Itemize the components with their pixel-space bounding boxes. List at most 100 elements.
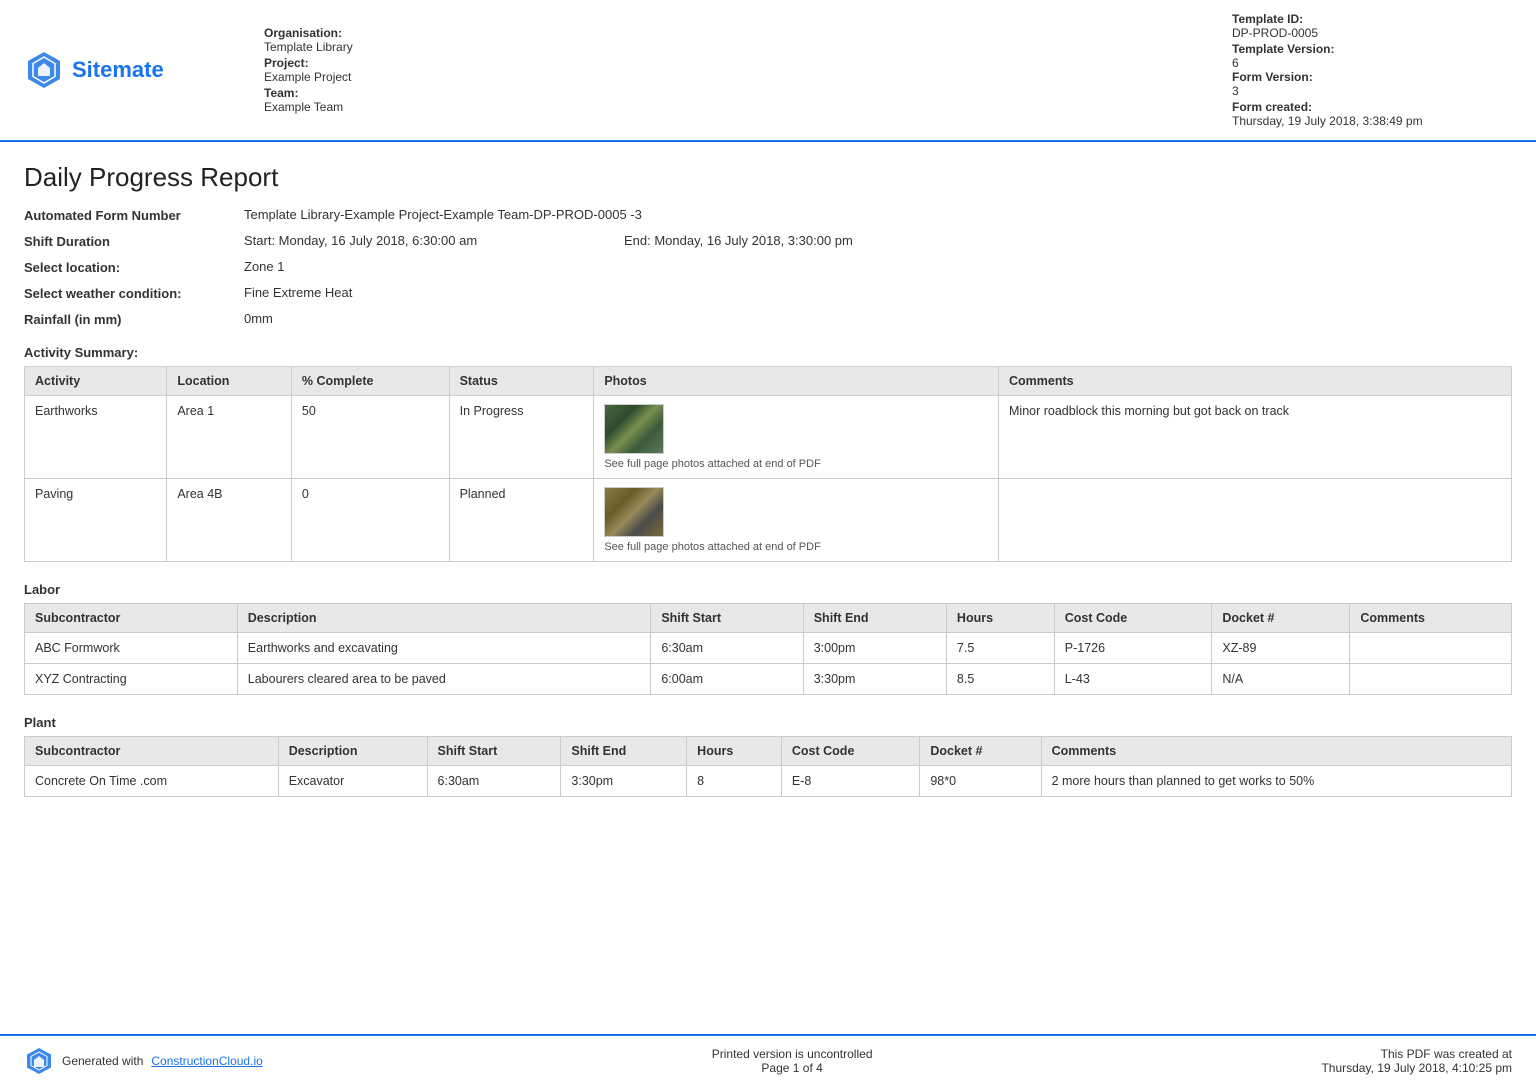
plant-shift-start-col: Shift Start	[427, 737, 561, 766]
plant-description-cell: Excavator	[278, 766, 427, 797]
status-col-header: Status	[449, 367, 594, 396]
labor-subcontractor-cell: XYZ Contracting	[25, 664, 238, 695]
shift-duration-row: Shift Duration Start: Monday, 16 July 20…	[24, 233, 1512, 249]
form-created-label: Form created:	[1232, 100, 1512, 114]
activity-summary-table: Activity Location % Complete Status Phot…	[24, 366, 1512, 562]
template-version-value: 6	[1232, 56, 1512, 70]
photo-thumbnail	[604, 487, 664, 537]
labor-shift-end-cell: 3:00pm	[803, 633, 946, 664]
form-created-value: Thursday, 19 July 2018, 3:38:49 pm	[1232, 114, 1512, 128]
comments-cell	[999, 479, 1512, 562]
plant-hours-col: Hours	[687, 737, 782, 766]
activity-summary-table-header: Activity Location % Complete Status Phot…	[25, 367, 1512, 396]
labor-comments-cell	[1350, 664, 1512, 695]
activity-col-header: Activity	[25, 367, 167, 396]
pdf-created-label: This PDF was created at	[1321, 1047, 1512, 1061]
org-value: Template Library	[264, 40, 1192, 54]
form-created-line: Form created: Thursday, 19 July 2018, 3:…	[1232, 100, 1512, 128]
photos-col-header: Photos	[594, 367, 999, 396]
labor-docket-cell: N/A	[1212, 664, 1350, 695]
plant-docket-cell: 98*0	[920, 766, 1041, 797]
labor-shift-start-cell: 6:00am	[651, 664, 803, 695]
header-meta-center: Organisation: Template Library Project: …	[264, 26, 1192, 114]
footer-right: This PDF was created at Thursday, 19 Jul…	[1321, 1047, 1512, 1075]
template-version-line: Template Version: 6 Form Version: 3	[1232, 42, 1512, 98]
project-value: Example Project	[264, 70, 1192, 84]
generated-with-label: Generated with	[62, 1054, 143, 1068]
photo-image	[605, 405, 663, 453]
auto-form-number-row: Automated Form Number Template Library-E…	[24, 207, 1512, 223]
select-location-row: Select location: Zone 1	[24, 259, 1512, 275]
status-cell: Planned	[449, 479, 594, 562]
labor-section-title: Labor	[24, 582, 1512, 597]
activity-summary-title: Activity Summary:	[24, 345, 1512, 360]
labor-header-row: Subcontractor Description Shift Start Sh…	[25, 604, 1512, 633]
labor-shift-end-cell: 3:30pm	[803, 664, 946, 695]
plant-subcontractor-cell: Concrete On Time .com	[25, 766, 279, 797]
plant-description-col: Description	[278, 737, 427, 766]
plant-shift-end-col: Shift End	[561, 737, 687, 766]
labor-hours-cell: 8.5	[946, 664, 1054, 695]
photo-image	[605, 488, 663, 536]
plant-cost-code-cell: E-8	[781, 766, 919, 797]
shift-end-value: End: Monday, 16 July 2018, 3:30:00 pm	[624, 233, 1512, 248]
labor-description-col: Description	[237, 604, 651, 633]
rainfall-value: 0mm	[244, 311, 1512, 326]
page-header: Sitemate Organisation: Template Library …	[0, 0, 1536, 142]
labor-comments-col: Comments	[1350, 604, 1512, 633]
plant-comments-col: Comments	[1041, 737, 1511, 766]
labor-row: ABC Formwork Earthworks and excavating 6…	[25, 633, 1512, 664]
org-label: Organisation:	[264, 26, 1192, 40]
labor-subcontractor-col: Subcontractor	[25, 604, 238, 633]
page-info: Page 1 of 4	[712, 1061, 873, 1075]
labor-description-cell: Earthworks and excavating	[237, 633, 651, 664]
labor-hours-cell: 7.5	[946, 633, 1054, 664]
auto-form-number-label: Automated Form Number	[24, 207, 244, 223]
form-version-label: Form Version:	[1232, 70, 1512, 84]
select-location-value: Zone 1	[244, 259, 1512, 274]
labor-cost-code-col: Cost Code	[1054, 604, 1212, 633]
plant-cost-code-col: Cost Code	[781, 737, 919, 766]
activity-cell: Earthworks	[25, 396, 167, 479]
labor-table-header: Subcontractor Description Shift Start Sh…	[25, 604, 1512, 633]
rainfall-label: Rainfall (in mm)	[24, 311, 244, 327]
page-footer: Generated with ConstructionCloud.io Prin…	[0, 1034, 1536, 1086]
photo-caption: See full page photos attached at end of …	[604, 541, 988, 553]
main-content: Daily Progress Report Automated Form Num…	[0, 142, 1536, 897]
select-weather-row: Select weather condition: Fine Extreme H…	[24, 285, 1512, 301]
logo-area: Sitemate	[24, 50, 224, 90]
template-id-label: Template ID:	[1232, 12, 1512, 26]
percent-complete-cell: 50	[291, 396, 449, 479]
labor-row: XYZ Contracting Labourers cleared area t…	[25, 664, 1512, 695]
location-cell: Area 1	[167, 396, 292, 479]
status-cell: In Progress	[449, 396, 594, 479]
header-meta-right: Template ID: DP-PROD-0005 Template Versi…	[1232, 12, 1512, 128]
activity-summary-header-row: Activity Location % Complete Status Phot…	[25, 367, 1512, 396]
template-id-line: Template ID: DP-PROD-0005	[1232, 12, 1512, 40]
select-location-label: Select location:	[24, 259, 244, 275]
location-cell: Area 4B	[167, 479, 292, 562]
construction-cloud-link[interactable]: ConstructionCloud.io	[151, 1054, 262, 1068]
comments-cell: Minor roadblock this morning but got bac…	[999, 396, 1512, 479]
labor-comments-cell	[1350, 633, 1512, 664]
plant-shift-start-cell: 6:30am	[427, 766, 561, 797]
plant-comments-cell: 2 more hours than planned to get works t…	[1041, 766, 1511, 797]
template-id-value: DP-PROD-0005	[1232, 26, 1512, 40]
logo-text: Sitemate	[72, 57, 164, 83]
plant-section-title: Plant	[24, 715, 1512, 730]
team-label: Team:	[264, 86, 1192, 100]
activity-row: Paving Area 4B 0 Planned See full page p…	[25, 479, 1512, 562]
rainfall-row: Rainfall (in mm) 0mm	[24, 311, 1512, 327]
plant-subcontractor-col: Subcontractor	[25, 737, 279, 766]
plant-row: Concrete On Time .com Excavator 6:30am 3…	[25, 766, 1512, 797]
sitemate-logo-icon	[24, 50, 64, 90]
form-version-value: 3	[1232, 84, 1512, 98]
footer-logo-icon	[24, 1046, 54, 1076]
labor-subcontractor-cell: ABC Formwork	[25, 633, 238, 664]
plant-hours-cell: 8	[687, 766, 782, 797]
labor-table: Subcontractor Description Shift Start Sh…	[24, 603, 1512, 695]
labor-shift-end-col: Shift End	[803, 604, 946, 633]
shift-duration-label: Shift Duration	[24, 233, 244, 249]
photo-thumbnail	[604, 404, 664, 454]
plant-table: Subcontractor Description Shift Start Sh…	[24, 736, 1512, 797]
